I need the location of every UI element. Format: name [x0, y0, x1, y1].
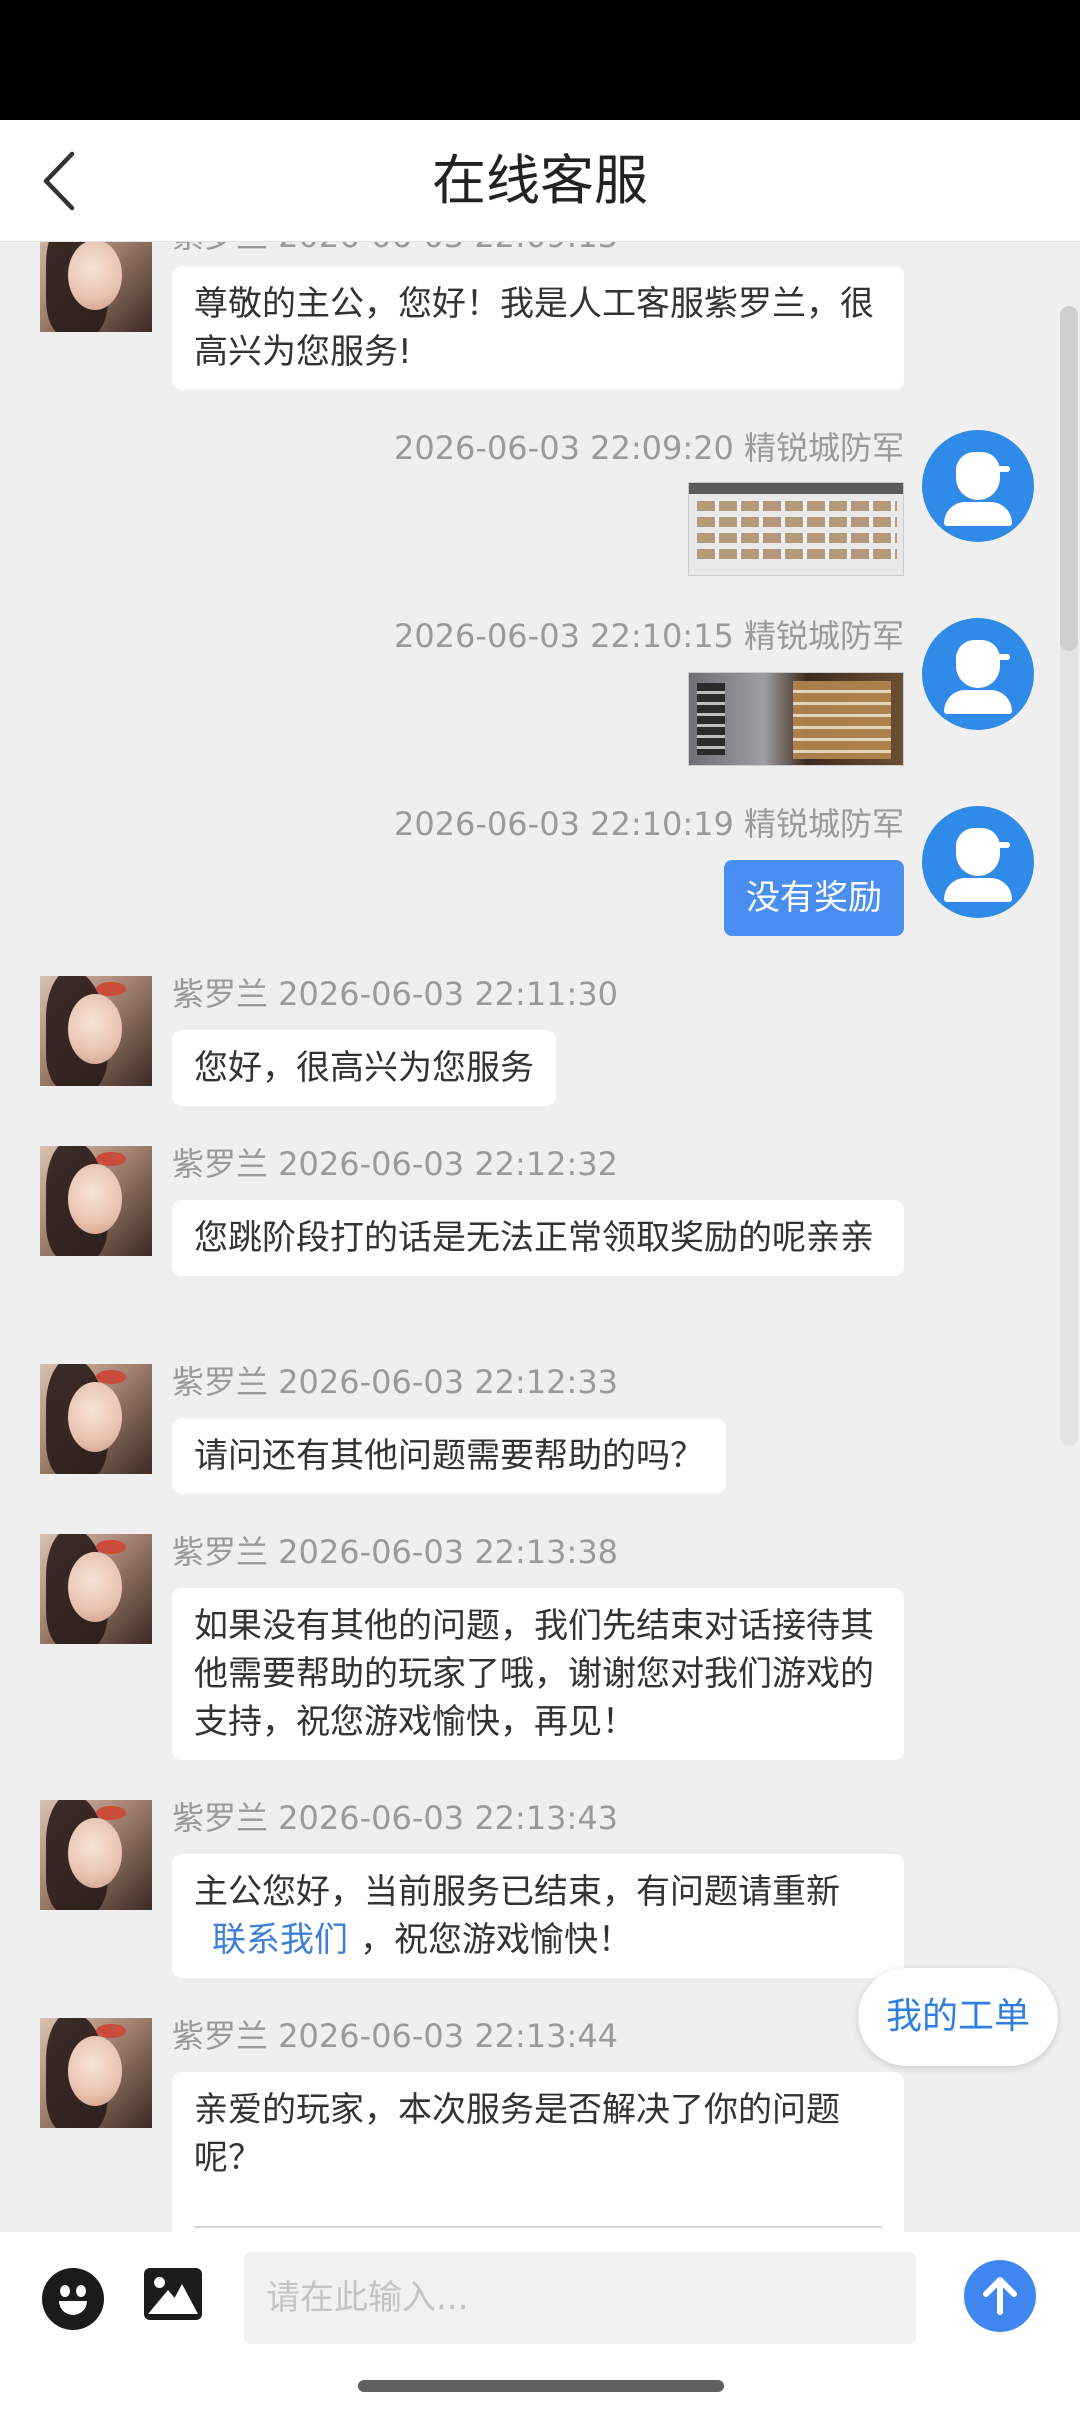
- my-work-order-button[interactable]: 我的工单: [858, 1968, 1058, 2066]
- message-text: ，祝您游戏愉快！: [360, 1920, 632, 1960]
- message-meta: 紫罗兰 2026-06-03 22:13:38: [172, 1533, 619, 1571]
- agent-message: 亲爱的玩家，本次服务是否解决了你的问题呢？: [172, 2072, 904, 2232]
- message-meta: 2026-06-03 22:09:20 精锐城防军: [393, 429, 904, 467]
- message-meta: 紫罗兰 2026-06-03 22:12:32: [172, 1145, 619, 1183]
- agent-message: 请问还有其他问题需要帮助的吗？: [172, 1418, 726, 1494]
- input-bar: [0, 2232, 1080, 2414]
- image-thumbnail[interactable]: [688, 672, 904, 766]
- chat-messages[interactable]: 紫罗兰 2026-06-03 22:09:13 尊敬的主公，您好！我是人工客服紫…: [0, 242, 1080, 2232]
- agent-message: 主公您好，当前服务已结束，有问题请重新 联系我们 ，祝您游戏愉快！: [172, 1854, 904, 1978]
- contact-us-link[interactable]: 联系我们: [194, 1920, 360, 1960]
- user-avatar[interactable]: [922, 618, 1034, 730]
- message-meta: 紫罗兰 2026-06-03 22:13:44: [172, 2017, 619, 2055]
- send-arrow-icon: [983, 2277, 1017, 2315]
- survey-divider: [194, 2226, 882, 2228]
- page-title: 在线客服: [432, 149, 648, 212]
- agent-message: 您好，很高兴为您服务: [172, 1030, 556, 1106]
- image-icon[interactable]: [144, 2268, 202, 2320]
- message-meta: 紫罗兰 2026-06-03 22:13:43: [172, 1799, 619, 1837]
- send-button[interactable]: [964, 2260, 1036, 2332]
- user-message: 没有奖励: [724, 860, 904, 936]
- message-input[interactable]: [244, 2252, 916, 2344]
- scrollbar-thumb[interactable]: [1060, 306, 1078, 651]
- message-text: 主公您好，当前服务已结束，有问题请重新: [194, 1872, 840, 1912]
- message-meta: 紫罗兰 2026-06-03 22:09:13: [172, 242, 618, 256]
- message-meta: 2026-06-03 22:10:19 精锐城防军: [393, 805, 904, 843]
- emoji-icon[interactable]: [42, 2268, 104, 2330]
- agent-avatar[interactable]: [40, 1364, 152, 1474]
- image-thumbnail[interactable]: [688, 482, 904, 576]
- home-indicator[interactable]: [358, 2380, 724, 2392]
- message-meta: 紫罗兰 2026-06-03 22:12:33: [172, 1363, 619, 1401]
- message-meta: 2026-06-03 22:10:15 精锐城防军: [393, 617, 904, 655]
- status-bar: [0, 0, 1080, 120]
- agent-message: 尊敬的主公，您好！我是人工客服紫罗兰，很高兴为您服务!: [172, 266, 904, 390]
- agent-avatar[interactable]: [40, 976, 152, 1086]
- user-avatar[interactable]: [922, 806, 1034, 918]
- agent-avatar[interactable]: [40, 1534, 152, 1644]
- agent-avatar[interactable]: [40, 2018, 152, 2128]
- agent-message: 您跳阶段打的话是无法正常领取奖励的呢亲亲: [172, 1200, 904, 1276]
- agent-avatar[interactable]: [40, 242, 152, 332]
- header: 在线客服: [0, 120, 1080, 242]
- agent-message: 如果没有其他的问题，我们先结束对话接待其他需要帮助的玩家了哦，谢谢您对我们游戏的…: [172, 1588, 904, 1760]
- agent-avatar[interactable]: [40, 1146, 152, 1256]
- agent-avatar[interactable]: [40, 1800, 152, 1910]
- user-avatar[interactable]: [922, 430, 1034, 542]
- message-meta: 紫罗兰 2026-06-03 22:11:30: [172, 975, 619, 1013]
